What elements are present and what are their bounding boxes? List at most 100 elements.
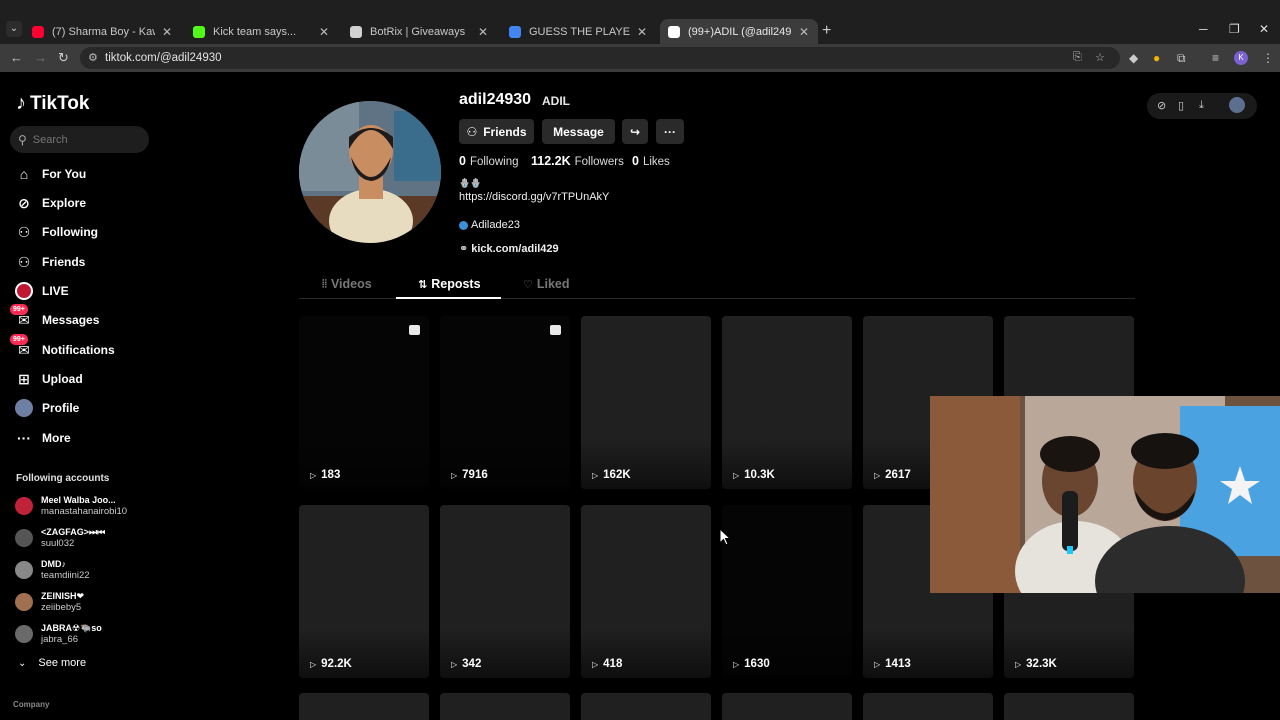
- close-tab-icon[interactable]: ✕: [477, 25, 489, 39]
- following-account-item[interactable]: JABRA☢🐃so jabra_66: [15, 622, 102, 646]
- user-avatar-icon[interactable]: [1229, 97, 1245, 113]
- logo-text: TikTok: [30, 92, 90, 114]
- bio-emoji: 🪬🪬: [459, 178, 482, 188]
- sidebar-item-messages[interactable]: ✉ 99+ Messages: [10, 304, 99, 330]
- bookmark-star-icon[interactable]: ☆: [1095, 51, 1105, 64]
- video-card[interactable]: ▷ 162K: [581, 316, 711, 489]
- video-card-partial[interactable]: [863, 693, 993, 720]
- tab-search-button[interactable]: ⌄: [6, 21, 22, 37]
- close-tab-icon[interactable]: ✕: [636, 25, 648, 39]
- chevron-down-icon: ⌄: [18, 657, 27, 669]
- message-button[interactable]: Message: [542, 119, 615, 144]
- following-stat[interactable]: 0 Following: [459, 154, 519, 168]
- video-card-partial[interactable]: [299, 693, 429, 720]
- close-tab-icon[interactable]: ✕: [161, 25, 173, 39]
- bio-discord-link[interactable]: https://discord.gg/v7rTPUnAkY: [459, 191, 609, 203]
- url-text[interactable]: tiktok.com/@adil24930: [105, 52, 222, 64]
- video-card[interactable]: ▷ 183: [299, 316, 429, 489]
- sidebar-item-home[interactable]: ⌂ For You: [14, 164, 86, 184]
- tab-liked[interactable]: ♡ Liked: [523, 277, 570, 291]
- bio-kick-link[interactable]: ⚭ kick.com/adil429: [459, 242, 559, 255]
- friends-button[interactable]: ⚇ Friends: [459, 119, 534, 144]
- browser-menu-icon[interactable]: ⋮: [1262, 51, 1274, 65]
- video-card-partial[interactable]: [440, 693, 570, 720]
- following-account-item[interactable]: Meel Walba Joo... manastahanairobi10: [15, 494, 127, 518]
- share-icon[interactable]: ↪: [622, 119, 648, 144]
- close-tab-icon[interactable]: ✕: [798, 25, 810, 39]
- more-options-icon[interactable]: ···: [656, 119, 684, 144]
- reload-icon[interactable]: ↻: [58, 50, 69, 66]
- phone-icon[interactable]: ▯: [1178, 99, 1184, 112]
- video-card-partial[interactable]: [722, 693, 852, 720]
- play-icon: ▷: [592, 470, 599, 480]
- browser-tab[interactable]: (7) Sharma Boy - Kawadanaade ✕: [24, 19, 181, 44]
- search-box[interactable]: ⚲: [10, 126, 149, 153]
- sidebar-item-upload[interactable]: ⊞ Upload: [14, 369, 83, 389]
- bio-mention[interactable]: Adilade23: [459, 219, 520, 231]
- following-account-item[interactable]: <ZAGFAG>⏭⏮ suul032: [15, 526, 105, 550]
- new-tab-button[interactable]: +: [822, 22, 831, 40]
- compass-small-icon[interactable]: ⊘: [1157, 99, 1166, 112]
- heart-lock-icon: ♡: [523, 278, 533, 291]
- view-count-text: 32.3K: [1026, 658, 1057, 670]
- following-account-item[interactable]: DMD♪ teamdiini22: [15, 558, 90, 582]
- profile-avatar[interactable]: [299, 101, 441, 243]
- tab-videos[interactable]: ⦙⦙ Videos: [322, 277, 372, 291]
- sidebar-item-live[interactable]: LIVE: [14, 281, 69, 301]
- sidebar-item-following[interactable]: ⚇ Following: [14, 222, 98, 242]
- tab-favicon-icon: [509, 25, 521, 38]
- sidebar-item-notifications[interactable]: ✉ 99+ Notifications: [10, 334, 115, 360]
- sidebar-item-more[interactable]: ··· More: [14, 428, 71, 448]
- video-card[interactable]: ▷ 92.2K: [299, 505, 429, 678]
- tiktok-logo[interactable]: ♪ TikTok: [16, 92, 89, 115]
- see-more-button[interactable]: ⌄ See more: [18, 657, 86, 669]
- sidebar-item-friends[interactable]: ⚇ Friends: [14, 252, 86, 272]
- maximize-icon[interactable]: ❐: [1229, 22, 1240, 36]
- browser-profile-avatar[interactable]: K: [1234, 51, 1248, 65]
- address-bar[interactable]: ⚙ tiktok.com/@adil24930 ⎘ ☆: [80, 47, 1120, 69]
- tab-reposts[interactable]: ⇅ Reposts: [418, 277, 481, 291]
- video-card-partial[interactable]: [1004, 693, 1134, 720]
- browser-toolbar: ← → ↻ ⚙ tiktok.com/@adil24930 ⎘ ☆ ◆ ● ⧉ …: [0, 44, 1280, 72]
- view-count-text: 1630: [744, 658, 770, 670]
- following-icon: ⚇: [14, 222, 34, 242]
- browser-tab[interactable]: Kick team says... ✕: [185, 19, 338, 44]
- close-window-icon[interactable]: ✕: [1259, 22, 1269, 36]
- browser-tab[interactable]: GUESS THE PLAYER - Google Sh ✕: [501, 19, 656, 44]
- video-card[interactable]: ▷ 418: [581, 505, 711, 678]
- company-link[interactable]: Company: [13, 700, 49, 709]
- video-card[interactable]: ▷ 1630: [722, 505, 852, 678]
- video-card[interactable]: ▷ 342: [440, 505, 570, 678]
- browser-tab[interactable]: BotRix | Giveaways ✕: [342, 19, 497, 44]
- video-card-partial[interactable]: [581, 693, 711, 720]
- browser-tab-title: GUESS THE PLAYER - Google Sh: [529, 25, 630, 38]
- nav-badge: 99+: [10, 304, 28, 315]
- extensions-puzzle-icon[interactable]: ⧉: [1177, 51, 1186, 66]
- browser-tab[interactable]: (99+)ADIL (@adil24930) | TikTo ✕: [660, 19, 818, 44]
- search-icon[interactable]: ⚲: [18, 133, 27, 147]
- nav-glyph: ⊞: [18, 370, 30, 387]
- card-shade: [1004, 628, 1134, 678]
- extension-diamond-icon[interactable]: ◆: [1129, 51, 1138, 65]
- forward-icon[interactable]: →: [34, 50, 47, 65]
- install-icon[interactable]: ⎘: [1073, 51, 1082, 64]
- tab-liked-label: Liked: [536, 277, 570, 291]
- back-icon[interactable]: ←: [10, 50, 23, 65]
- followers-stat[interactable]: 112.2K Followers: [531, 154, 624, 168]
- download-icon[interactable]: ⤓: [1199, 99, 1204, 112]
- extension-coin-icon[interactable]: ●: [1153, 51, 1160, 65]
- nav-glyph: ···: [17, 430, 31, 446]
- video-card[interactable]: ▷ 7916: [440, 316, 570, 489]
- view-count: ▷ 92.2K: [310, 658, 352, 670]
- reading-list-icon[interactable]: ≡: [1212, 51, 1219, 65]
- close-tab-icon[interactable]: ✕: [318, 25, 330, 39]
- sidebar-item-profile[interactable]: Profile: [14, 398, 79, 418]
- following-account-item[interactable]: ZEINISH❤ zeiibeby5: [15, 590, 84, 614]
- tab-favicon-icon: [350, 25, 362, 38]
- view-count-text: 1413: [885, 658, 911, 670]
- video-card[interactable]: ▷ 10.3K: [722, 316, 852, 489]
- search-input[interactable]: [32, 133, 133, 146]
- sidebar-item-compass[interactable]: ⊘ Explore: [14, 193, 86, 213]
- minimize-icon[interactable]: ─: [1199, 22, 1208, 36]
- site-info-icon[interactable]: ⚙: [88, 51, 98, 64]
